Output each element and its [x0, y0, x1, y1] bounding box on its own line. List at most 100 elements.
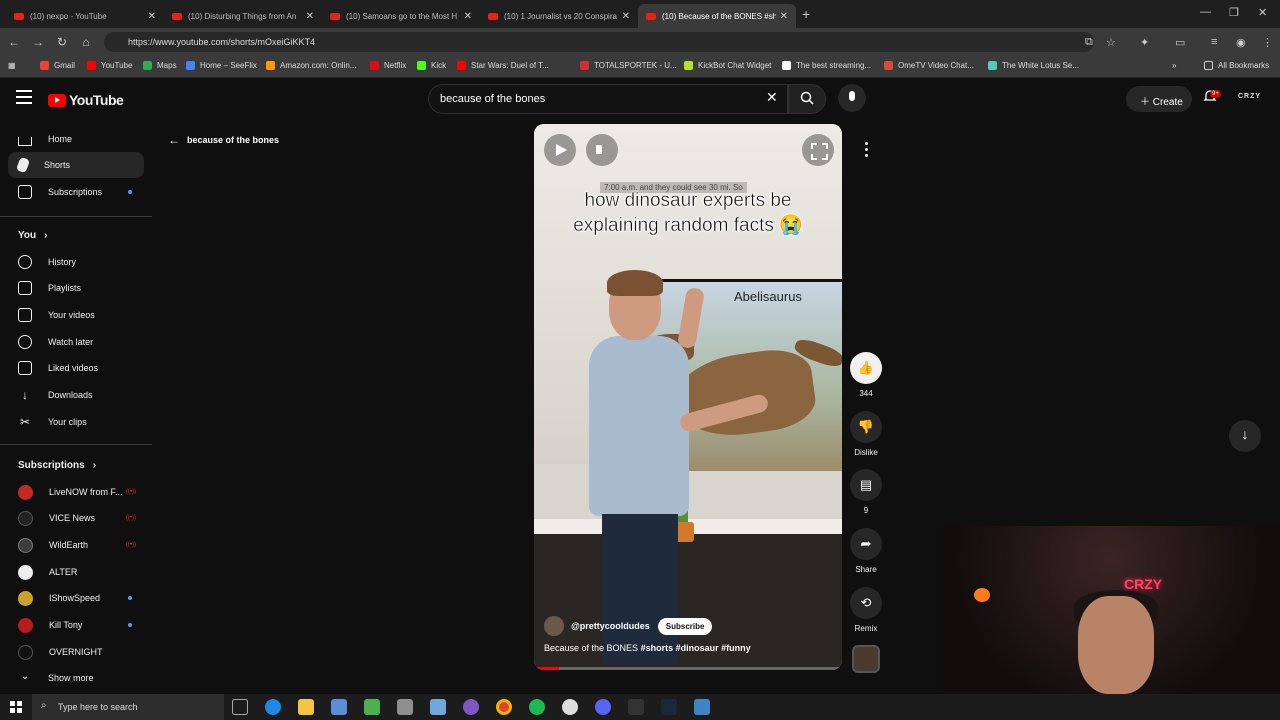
sidebar-show-more[interactable]: ⌄ Show more: [8, 665, 144, 691]
close-tab-icon[interactable]: ✕: [306, 11, 314, 22]
close-tab-icon[interactable]: ✕: [780, 11, 788, 22]
audio-thumbnail[interactable]: [852, 645, 880, 673]
app-icon[interactable]: [694, 699, 710, 715]
app-icon[interactable]: [463, 699, 479, 715]
bookmark-item[interactable]: The White Lotus Se...: [988, 61, 1079, 70]
search-button[interactable]: [788, 84, 826, 114]
bookmark-item[interactable]: OmeTV Video Chat...: [884, 61, 974, 70]
sidebar-item-shorts[interactable]: Shorts: [8, 152, 144, 178]
media-icon[interactable]: ≡: [1211, 36, 1217, 48]
back-arrow-icon[interactable]: ←: [2, 35, 26, 49]
close-tab-icon[interactable]: ✕: [622, 11, 630, 22]
apps-icon[interactable]: ▦: [8, 61, 16, 70]
app-icon[interactable]: [430, 699, 446, 715]
sidebar-item-history[interactable]: History: [8, 249, 144, 275]
channel-name[interactable]: @prettycooldudes: [571, 621, 650, 631]
fullscreen-button[interactable]: [802, 134, 834, 166]
channel-avatar[interactable]: [544, 616, 564, 636]
sidebar-subscription-item[interactable]: IShowSpeed: [8, 585, 144, 611]
sidebar-subscriptions-heading[interactable]: Subscriptions ›: [8, 452, 144, 478]
close-tab-icon[interactable]: ✕: [464, 11, 472, 22]
obs-icon[interactable]: [562, 699, 578, 715]
bookmark-item[interactable]: KickBot Chat Widget: [684, 61, 771, 70]
shorts-video-player[interactable]: Abelisaurus 7:00 a.m. and they could see…: [534, 124, 842, 670]
close-window-icon[interactable]: ✕: [1258, 6, 1267, 19]
sidebar-subscription-item[interactable]: Kill Tony: [8, 612, 144, 638]
star-icon[interactable]: ☆: [1106, 36, 1116, 49]
browser-tab-active[interactable]: (10) Because of the BONES #sh ✕: [638, 4, 796, 28]
discord-icon[interactable]: [595, 699, 611, 715]
edge-icon[interactable]: [265, 699, 281, 715]
minimize-icon[interactable]: —: [1200, 6, 1211, 18]
sidebar-subscription-item[interactable]: OVERNIGHT: [8, 639, 144, 665]
bookmark-item[interactable]: Maps: [143, 61, 177, 70]
sidebar-item-liked-videos[interactable]: Liked videos: [8, 355, 144, 381]
sidebar-subscription-item[interactable]: WildEarth ((•)): [8, 532, 144, 558]
chrome-icon[interactable]: [496, 699, 512, 715]
browser-tab[interactable]: (10) 1 Journalist vs 20 Conspira ✕: [480, 4, 638, 28]
account-avatar[interactable]: CRZY: [1238, 93, 1261, 100]
task-view-icon[interactable]: [232, 699, 248, 715]
new-tab-button[interactable]: +: [802, 6, 810, 22]
bookmark-item[interactable]: Home – SeeFlix: [186, 61, 257, 70]
clear-search-icon[interactable]: ✕: [766, 89, 778, 106]
subscribe-button[interactable]: Subscribe: [657, 617, 713, 635]
forward-arrow-icon[interactable]: →: [26, 35, 50, 49]
video-progress-bar[interactable]: [534, 667, 842, 670]
steam-icon[interactable]: [661, 699, 677, 715]
browser-tab[interactable]: (10) Disturbing Things from An ✕: [164, 4, 322, 28]
sidebar-subscription-item[interactable]: LiveNOW from F... ((•)): [8, 479, 144, 505]
more-bookmarks-icon[interactable]: »: [1172, 61, 1176, 70]
sidebar-subscription-item[interactable]: ALTER: [8, 559, 144, 585]
bookmark-item[interactable]: Kick: [417, 61, 446, 70]
next-short-button[interactable]: ↓: [1229, 420, 1261, 452]
more-options-icon[interactable]: [856, 139, 876, 161]
close-tab-icon[interactable]: ✕: [148, 11, 156, 22]
bookmark-item[interactable]: YouTube: [87, 61, 132, 70]
bookmark-item[interactable]: Gmail: [40, 61, 75, 70]
share-button[interactable]: ➦ Share: [846, 528, 886, 574]
dislike-button[interactable]: 👎 Dislike: [846, 411, 886, 457]
bookmark-item[interactable]: The best streaming...: [782, 61, 871, 70]
home-icon[interactable]: ⌂: [74, 35, 98, 49]
file-explorer-icon[interactable]: [298, 699, 314, 715]
install-icon[interactable]: ⧉: [1085, 36, 1093, 49]
youtube-logo[interactable]: YouTube: [48, 92, 124, 108]
sidebar-item-playlists[interactable]: Playlists: [8, 275, 144, 301]
bookmark-item[interactable]: Star Wars: Duel of T...: [457, 61, 549, 70]
windows-start-icon[interactable]: [10, 701, 22, 713]
play-button[interactable]: [544, 134, 576, 166]
sidebar-item-home[interactable]: Home: [8, 126, 144, 152]
spotify-icon[interactable]: [529, 699, 545, 715]
all-bookmarks[interactable]: All Bookmarks: [1204, 61, 1269, 70]
menu-icon[interactable]: ⋮: [1262, 36, 1273, 49]
maximize-icon[interactable]: ❐: [1229, 6, 1239, 19]
remix-button[interactable]: ⟲ Remix: [846, 587, 886, 633]
browser-tab[interactable]: (10) nexpo - YouTube ✕: [6, 4, 164, 28]
voice-search-icon[interactable]: [838, 84, 866, 112]
sidebar-item-your-videos[interactable]: Your videos: [8, 302, 144, 328]
bookmark-item[interactable]: TOTALSPORTEK - U...: [580, 61, 677, 70]
sidebar-item-watch-later[interactable]: Watch later: [8, 329, 144, 355]
create-button[interactable]: ＋ Create: [1126, 86, 1192, 112]
menu-hamburger-icon[interactable]: [16, 90, 32, 104]
comments-button[interactable]: ▤ 9: [846, 469, 886, 515]
back-to-search-link[interactable]: ← because of the bones: [168, 133, 279, 147]
extensions-icon[interactable]: ✦: [1140, 36, 1149, 49]
sidebar-item-subscriptions[interactable]: Subscriptions: [8, 179, 144, 205]
search-input[interactable]: because of the bones: [428, 84, 788, 114]
profile-icon[interactable]: ◉: [1236, 36, 1246, 49]
like-button[interactable]: 👍 344: [846, 352, 886, 398]
url-field[interactable]: https://www.youtube.com/shorts/mOxeiGiKK…: [104, 32, 1094, 52]
browser-tab[interactable]: (10) Samoans go to the Most H ✕: [322, 4, 480, 28]
video-hashtags[interactable]: #shorts #dinosaur #funny: [641, 643, 751, 653]
app-icon[interactable]: [331, 699, 347, 715]
sidebar-you-heading[interactable]: You ›: [8, 222, 144, 248]
sidebar-item-your-clips[interactable]: ✂ Your clips: [8, 409, 144, 435]
bookmark-item[interactable]: Netflix: [370, 61, 406, 70]
sidebar-item-downloads[interactable]: ↓ Downloads: [8, 382, 144, 408]
volume-button[interactable]: [586, 134, 618, 166]
calculator-icon[interactable]: [364, 699, 380, 715]
terminal-icon[interactable]: [628, 699, 644, 715]
taskbar-search[interactable]: ⌕ Type here to search: [32, 694, 224, 720]
